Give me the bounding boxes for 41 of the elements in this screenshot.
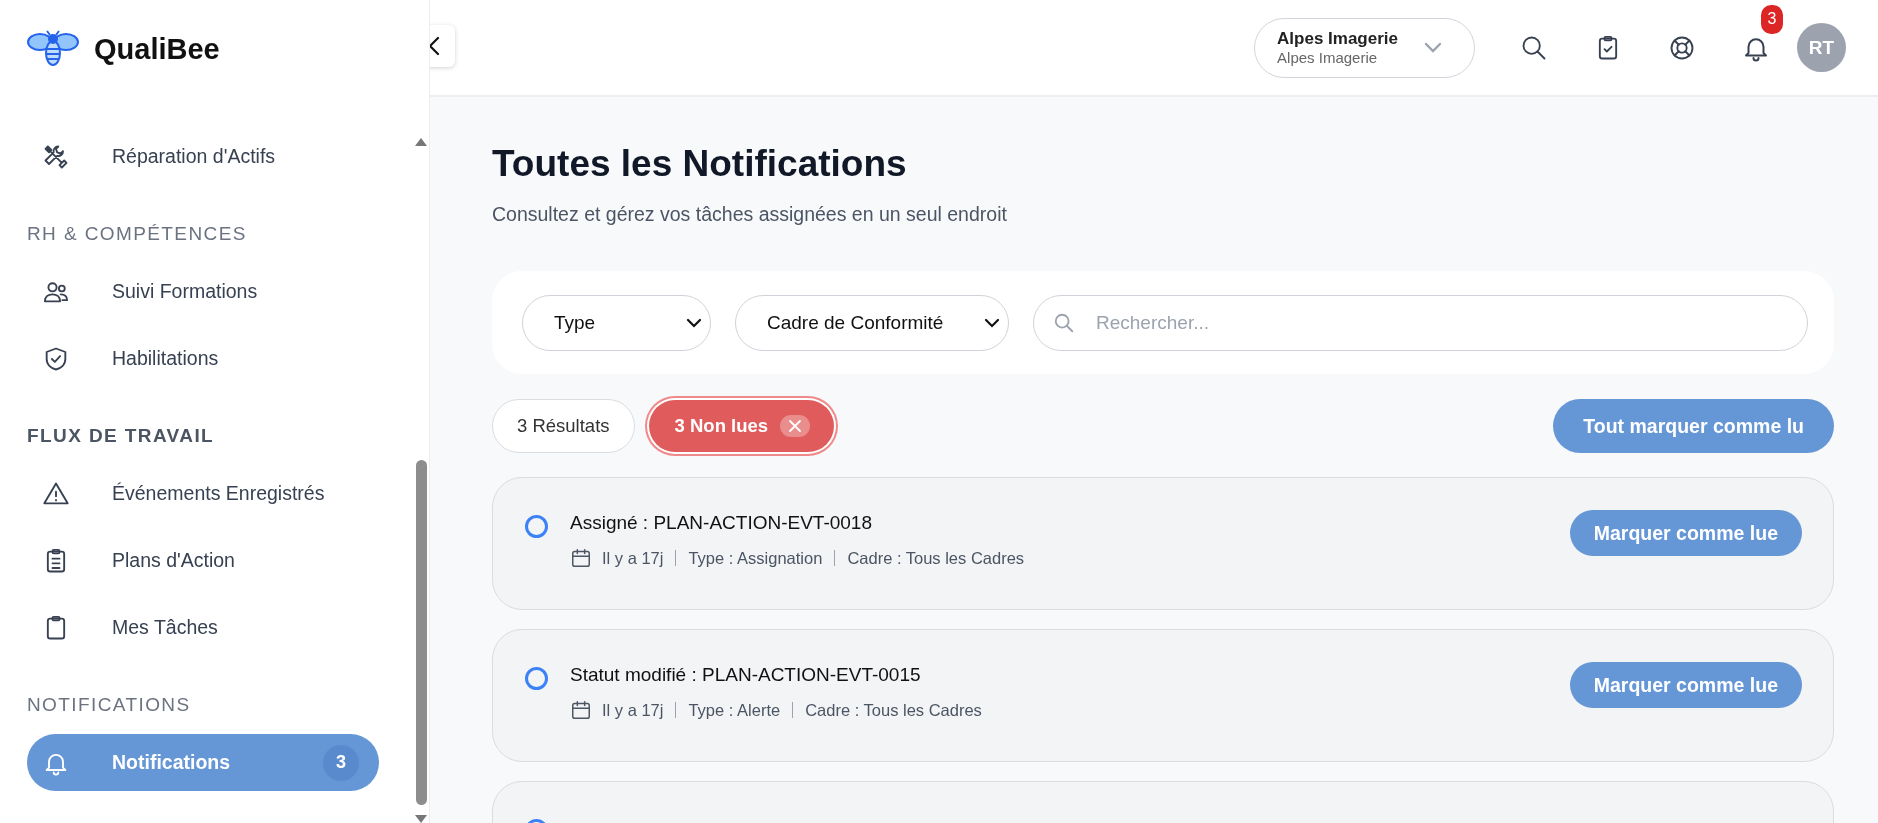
brand-name: QualiBee [94,32,220,66]
section-heading: NOTIFICATIONS [27,694,192,716]
scrollbar-thumb[interactable] [415,460,427,805]
notification-card[interactable]: Statut modifié : PLAN-ACTION-EVT-0015 Il y a 17j Type : Alerte Cadre : Tous les Cadres Marquer comme lue [492,629,1834,762]
notification-title: Assigné : PLAN-ACTION-EVT-0018 [570,512,873,534]
frame-text: Cadre : Tous les Cadres [847,548,1025,568]
search-icon [1053,311,1075,334]
type-text: Type : Alerte [688,700,781,720]
page-title: Toutes les Notifications [492,143,908,185]
chevron-left-icon [430,36,440,56]
company-subtitle: Alpes Imagerie [1277,49,1379,66]
calendar-icon [570,699,592,721]
sidebar-item[interactable]: Mes Tâches [27,599,379,656]
scroll-down-arrow-icon[interactable] [415,815,427,823]
section-heading: RH & COMPÉTENCES [27,223,248,245]
notification-card[interactable]: Assigné : PLAN-ACTION-EVT-0018 Il y a 17j Type : Assignation Cadre : Tous les Cadres Marquer comme lue [492,477,1834,610]
company-name: Alpes Imagerie [1277,29,1398,49]
sidebar-item[interactable]: Réparation d'Actifs [27,128,379,185]
count-badge: 3 [323,744,359,781]
time-text: Il y a 17j [602,700,664,720]
chevron-down-icon [1424,42,1442,53]
notification-count-badge: 3 [1761,4,1783,34]
notification-title: Statut modifié : PLAN-ACTION-EVT-0015 [570,664,922,686]
sidebar-item[interactable]: Notifications 3 [27,734,379,791]
scroll-up-arrow-icon[interactable] [415,138,427,146]
search-field[interactable]: Rechercher... [1033,294,1808,351]
chevron-down-icon [686,317,702,328]
frame-text: Cadre : Tous les Cadres [805,700,982,720]
time-text: Il y a 17j [602,548,664,568]
sidebar-item[interactable]: Événements Enregistrés [27,465,379,522]
chevron-down-icon [984,317,1000,328]
calendar-icon [570,547,592,569]
section-heading: FLUX DE TRAVAIL [27,425,216,447]
sidebar-item[interactable]: Plans d'Action [27,532,379,589]
results-count: 3 Résultats [492,399,635,453]
close-icon[interactable] [780,415,811,437]
sidebar-item[interactable]: Habilitations [27,330,379,387]
bee-logo-icon [26,29,80,69]
page-subtitle: Consultez et gérez vos tâches assignées en un seul endroit [492,203,1008,226]
type-text: Type : Assignation [688,548,823,568]
sidebar-item[interactable]: Suivi Formations [27,263,379,320]
